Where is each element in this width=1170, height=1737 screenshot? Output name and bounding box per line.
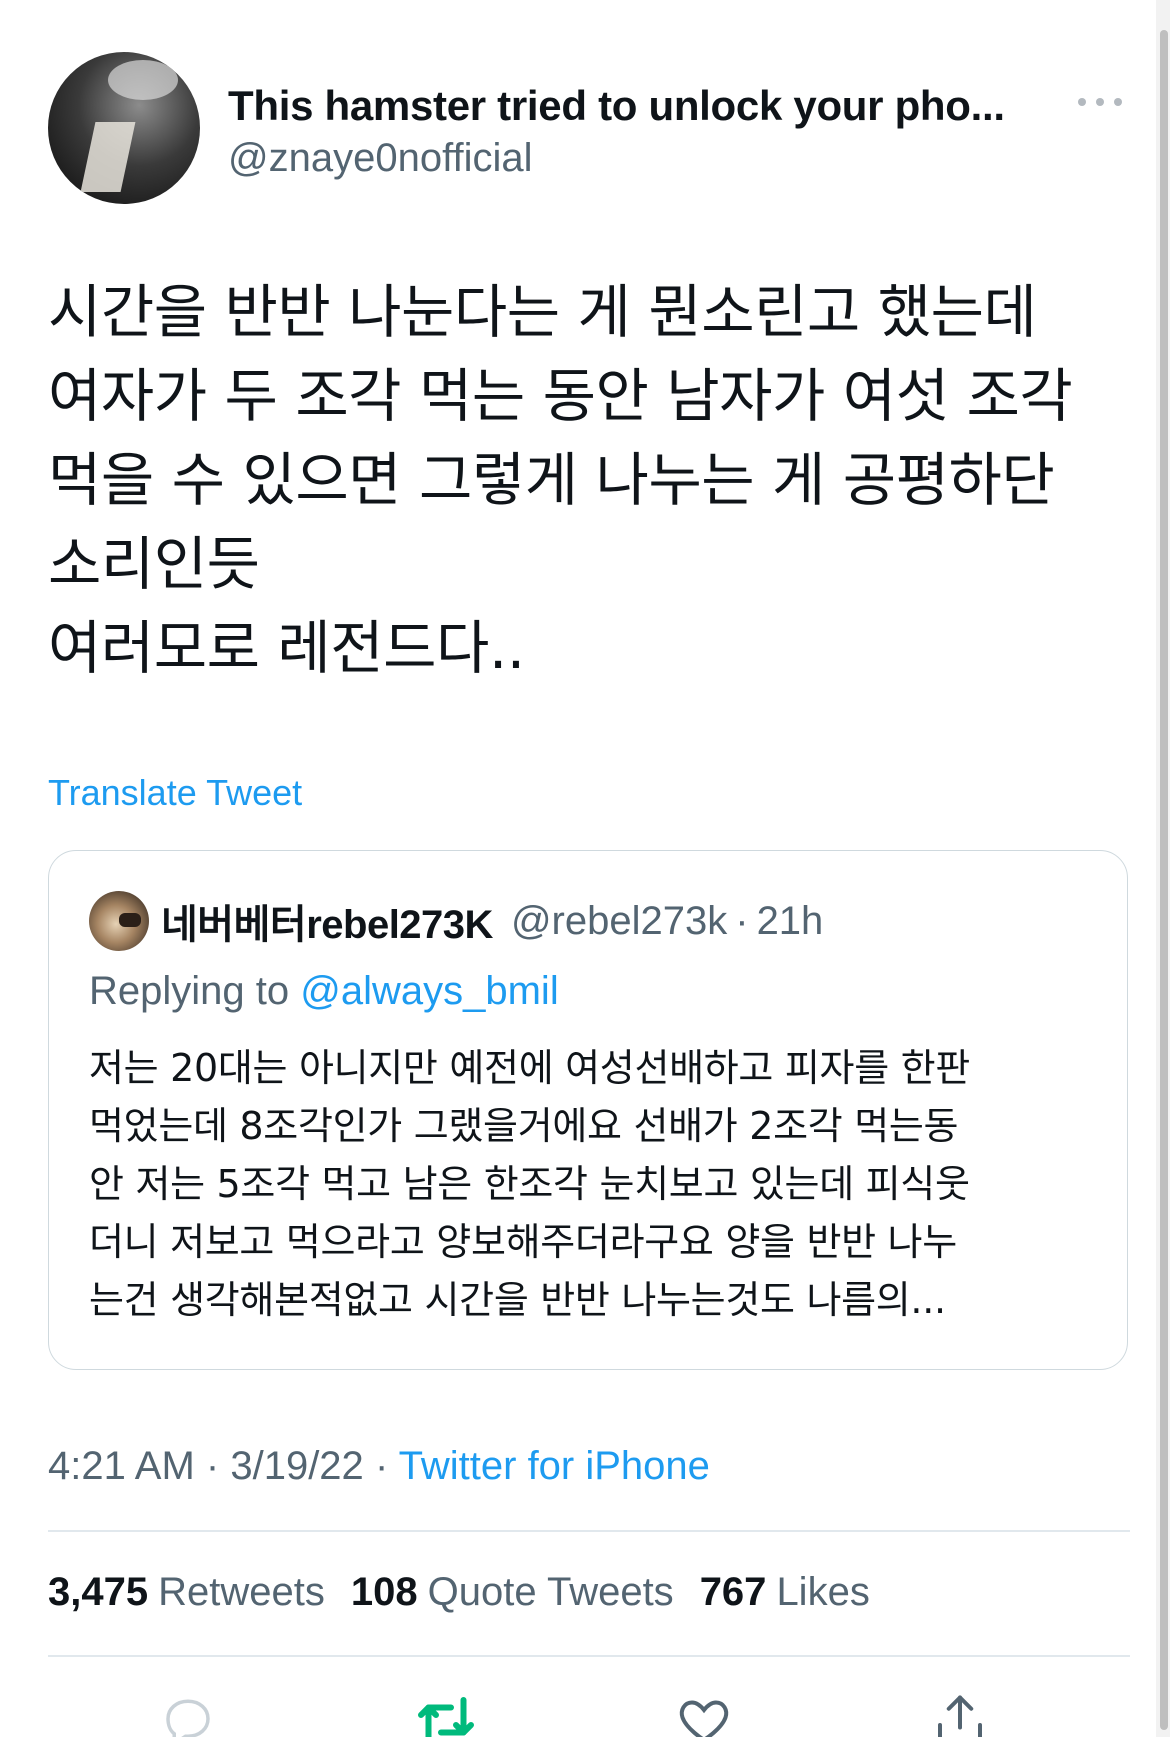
retweet-icon[interactable] [416,1690,476,1737]
reply-icon[interactable] [158,1690,218,1737]
retweets-label: Retweets [158,1570,325,1614]
author-avatar[interactable] [48,52,200,204]
divider [48,1655,1130,1657]
likes-count: 767 [699,1570,767,1614]
quote-author-avatar [89,891,149,951]
tweet-stats: 3,475 Retweets 108 Quote Tweets 767 Likes [48,1570,870,1615]
quote-tweets-count: 108 [350,1570,418,1614]
quote-author-handle: @rebel273k [510,898,728,943]
tweet-date[interactable]: 3/19/22 [230,1444,363,1488]
tweet-source-link[interactable]: Twitter for iPhone [399,1444,710,1488]
divider [48,1530,1130,1532]
meta-separator: · [374,1444,389,1488]
tweet-meta: 4:21 AM · 3/19/22 · Twitter for iPhone [48,1444,710,1489]
more-horizontal-icon[interactable] [1078,92,1122,112]
author-handle[interactable]: @znaye0nofficial [228,136,533,181]
quote-header: 네버베터rebel273K @rebel273k · 21h [161,891,823,951]
share-icon[interactable] [930,1690,990,1737]
quote-author-name: 네버베터rebel273K [161,903,493,947]
retweets-stat[interactable]: 3,475 Retweets [48,1570,325,1615]
action-bar [48,1690,1130,1737]
tweet-text: 시간을 반반 나눈다는 게 뭔소린고 했는데 여자가 두 조각 먹는 동안 남자… [48,278,1073,682]
likes-label: Likes [776,1570,870,1614]
tweet-time[interactable]: 4:21 AM [48,1444,195,1488]
translate-tweet-link[interactable]: Translate Tweet [48,772,302,814]
heart-icon[interactable] [674,1690,734,1737]
quote-separator: · [735,898,749,943]
likes-stat[interactable]: 767 Likes [700,1570,870,1615]
scrollbar-thumb[interactable] [1160,30,1168,1730]
replying-mention-link[interactable]: @always_bmil [300,969,558,1013]
quote-tweets-label: Quote Tweets [427,1570,674,1614]
replying-to: Replying to @always_bmil [89,969,559,1014]
meta-separator: · [205,1444,220,1488]
author-name[interactable]: This hamster tried to unlock your pho... [228,82,1005,130]
quote-timestamp: 21h [756,898,824,943]
retweets-count: 3,475 [48,1570,149,1614]
tweet-header: This hamster tried to unlock your pho...… [48,52,1138,212]
scrollbar[interactable] [1156,0,1170,1737]
replying-prefix: Replying to [89,969,290,1013]
quoted-tweet[interactable]: 네버베터rebel273K @rebel273k · 21h Replying … [48,850,1128,1370]
quote-tweets-stat[interactable]: 108 Quote Tweets [351,1570,674,1615]
quote-text: 저는 20대는 아니지만 예전에 여성선배하고 피자를 한판 먹었는데 8조각인… [89,1046,970,1322]
